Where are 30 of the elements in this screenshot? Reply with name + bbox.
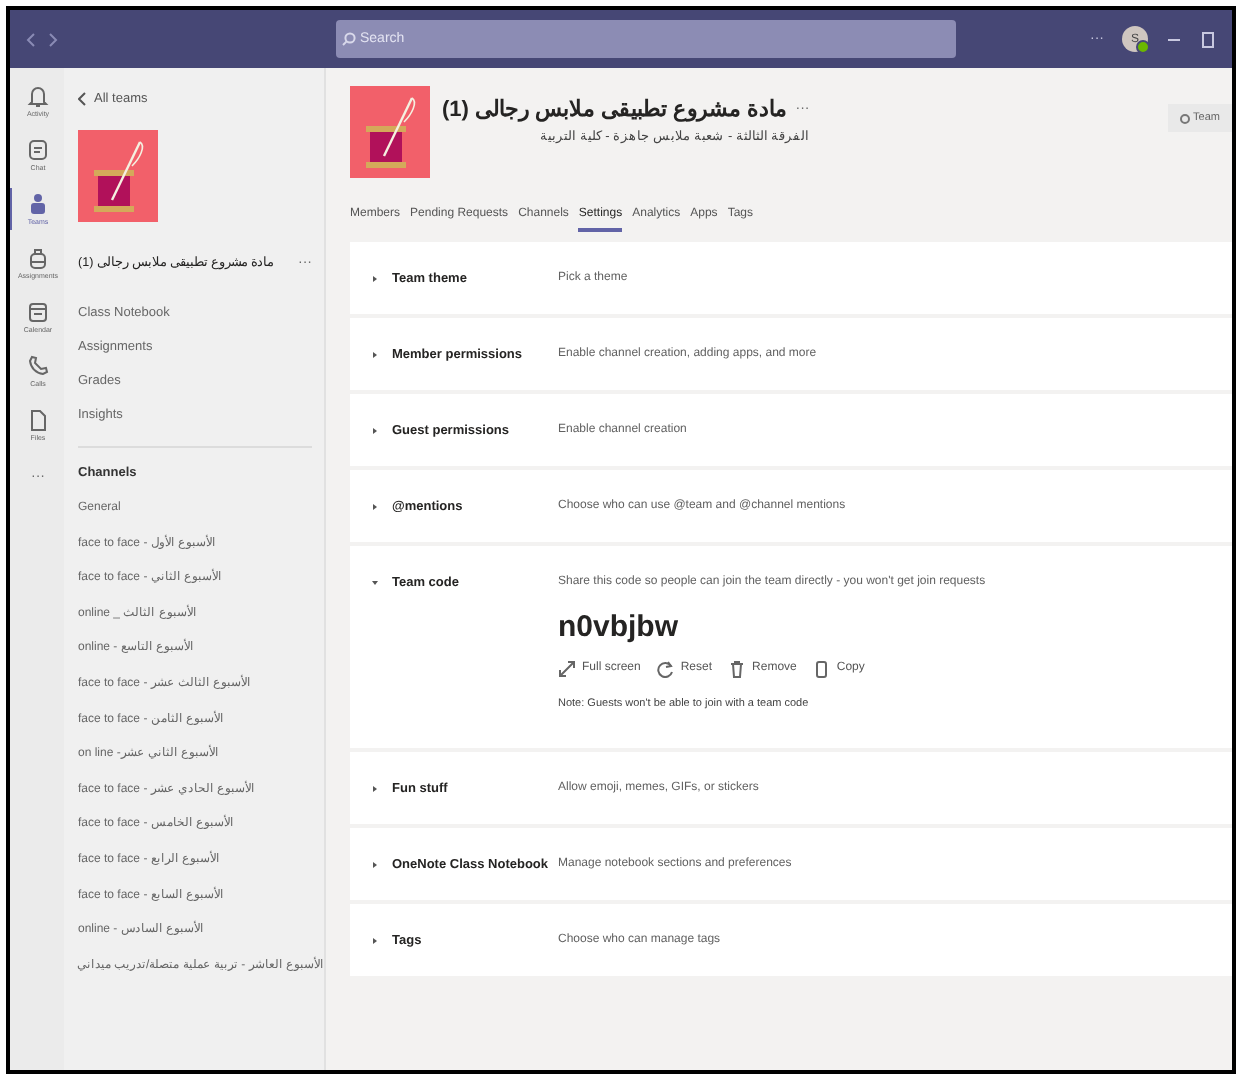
chevron-right-icon <box>370 274 380 284</box>
back-icon[interactable] <box>26 31 36 47</box>
trash-icon <box>728 660 747 678</box>
chat-icon <box>26 138 50 162</box>
phone-icon <box>26 354 50 378</box>
chevron-right-icon <box>370 936 380 946</box>
bell-icon <box>26 84 50 108</box>
chevron-right-icon <box>370 860 380 870</box>
forward-icon[interactable] <box>48 31 58 47</box>
presence-dot <box>1136 40 1150 54</box>
team-logo <box>350 86 430 178</box>
reset-icon <box>656 660 675 678</box>
copy-icon <box>812 660 831 678</box>
backpack-icon <box>26 246 50 270</box>
expand-icon <box>558 660 576 678</box>
team-title: مادة مشروع تطبيقى ملابس رجالى (1) <box>442 96 788 122</box>
teams-icon <box>26 192 50 216</box>
chevron-right-icon <box>370 426 380 436</box>
chevron-right-icon <box>370 784 380 794</box>
file-icon <box>26 408 50 432</box>
calendar-icon <box>26 300 50 324</box>
team-code: n0vbjbw <box>558 610 681 644</box>
chevron-right-icon <box>370 502 380 512</box>
chevron-down-icon <box>370 578 380 588</box>
team-logo <box>78 130 158 222</box>
chevron-right-icon <box>370 350 380 360</box>
chevron-left-icon <box>78 92 86 106</box>
search-icon <box>342 32 356 46</box>
circle-icon <box>1179 113 1190 123</box>
maximize-icon[interactable] <box>1200 29 1216 49</box>
